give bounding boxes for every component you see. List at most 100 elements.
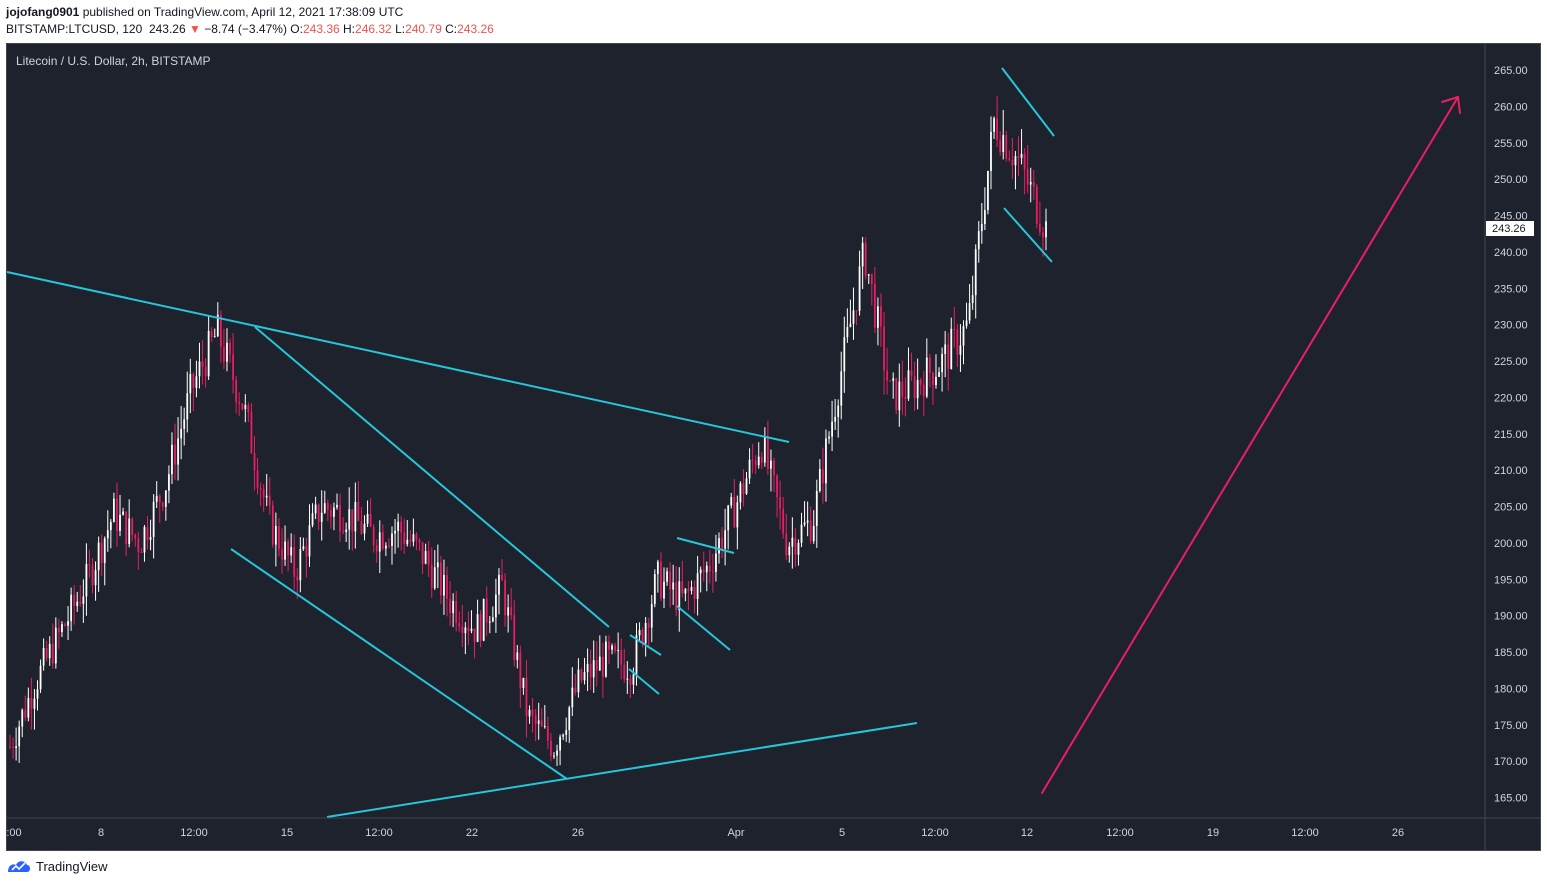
candle-body [137, 538, 140, 552]
candle-body [30, 698, 33, 709]
time-axis-label: :00 [6, 827, 21, 839]
candle-body [223, 346, 225, 362]
candle-body [403, 532, 406, 545]
candle-body [574, 687, 577, 693]
candle-body [586, 663, 589, 673]
candle-body [540, 720, 543, 727]
chart-svg[interactable]: 265.00 260.00 255.00 250.00 245.00 240.00 235.… [0, 0, 1547, 884]
candle-body [415, 534, 418, 540]
time-axis-label: 5 [839, 827, 845, 839]
candle-body [384, 545, 387, 549]
candle-body [128, 518, 131, 544]
candle-body [708, 565, 711, 572]
trendline[interactable] [676, 605, 731, 651]
candle-body [232, 354, 234, 380]
candle-body [531, 709, 534, 716]
candle-body [886, 370, 888, 381]
candle-body [476, 614, 479, 642]
candle-body [834, 416, 837, 422]
trendline[interactable] [230, 548, 568, 780]
candle-body [244, 404, 247, 410]
candle-body [1023, 153, 1026, 170]
candle-body [9, 746, 11, 748]
candle-body [601, 656, 604, 677]
price-axis-label: 210.00 [1494, 465, 1528, 477]
candle-body [938, 372, 940, 377]
candle-body [971, 295, 974, 304]
candle-body [724, 530, 727, 549]
candle-body [149, 537, 152, 540]
candle-body [644, 622, 647, 644]
trendline[interactable] [6, 271, 790, 443]
candle-body [840, 371, 843, 406]
candle-body [730, 497, 733, 506]
candle-body [843, 337, 846, 372]
candle-body [430, 564, 433, 589]
candle-body [39, 665, 42, 690]
candle-body [592, 660, 595, 678]
candle-body [106, 530, 109, 539]
candle-body [1008, 158, 1011, 160]
candle-body [470, 628, 473, 632]
candle-body [274, 525, 277, 545]
candle-body [229, 342, 231, 355]
price-axis-label: 255.00 [1494, 138, 1528, 150]
candle-body [443, 575, 445, 596]
candle-body [82, 596, 85, 604]
candle-body [987, 170, 989, 210]
candles-group [9, 96, 1047, 766]
candle-body [565, 730, 568, 735]
candle-body [57, 627, 60, 633]
price-axis-label: 220.00 [1494, 392, 1528, 404]
candle-body [990, 131, 992, 171]
candle-body [446, 575, 448, 599]
candle-body [1020, 153, 1023, 158]
candle-body [1017, 156, 1020, 158]
candle-body [595, 660, 598, 671]
trendline[interactable] [1003, 207, 1053, 263]
candle-body [696, 573, 699, 600]
candle-body [54, 627, 57, 664]
candle-body [70, 594, 73, 622]
candle-body [782, 508, 785, 534]
candle-body [788, 546, 791, 556]
footer[interactable]: TradingView [6, 856, 108, 876]
candle-body [941, 353, 943, 373]
candle-body [980, 223, 983, 232]
candle-body [916, 379, 919, 399]
candle-body [375, 545, 378, 552]
candle-body [388, 545, 390, 547]
candle-body [1032, 181, 1035, 187]
candle-body [687, 588, 690, 591]
candle-body [351, 509, 354, 532]
price-axis-label: 175.00 [1494, 720, 1528, 732]
candle-body [620, 650, 623, 665]
candle-body [666, 571, 668, 582]
candle-body [641, 629, 644, 644]
candle-body [925, 357, 928, 397]
candle-body [183, 419, 186, 429]
candle-body [861, 242, 864, 267]
candle-body [94, 570, 97, 586]
candle-body [1005, 135, 1008, 159]
candle-body [421, 542, 424, 564]
trendline[interactable] [1001, 67, 1055, 137]
candle-body [1002, 135, 1005, 153]
price-axis-label: 170.00 [1494, 756, 1528, 768]
candle-body [907, 370, 910, 399]
candle-body [36, 689, 39, 699]
candle-body [922, 384, 925, 397]
candle-body [314, 504, 317, 514]
time-axis-label: 22 [466, 827, 478, 839]
candle-body [67, 621, 69, 626]
candle-body [577, 669, 580, 693]
trendline[interactable] [326, 722, 918, 818]
candle-body [553, 755, 555, 757]
candle-body [18, 726, 21, 747]
candle-body [42, 648, 45, 666]
chart-legend[interactable]: Litecoin / U.S. Dollar, 2h, BITSTAMP [16, 54, 211, 68]
candle-body [647, 622, 650, 628]
projection-arrow[interactable] [1041, 96, 1461, 794]
candle-body [473, 628, 476, 642]
candle-body [61, 624, 63, 633]
